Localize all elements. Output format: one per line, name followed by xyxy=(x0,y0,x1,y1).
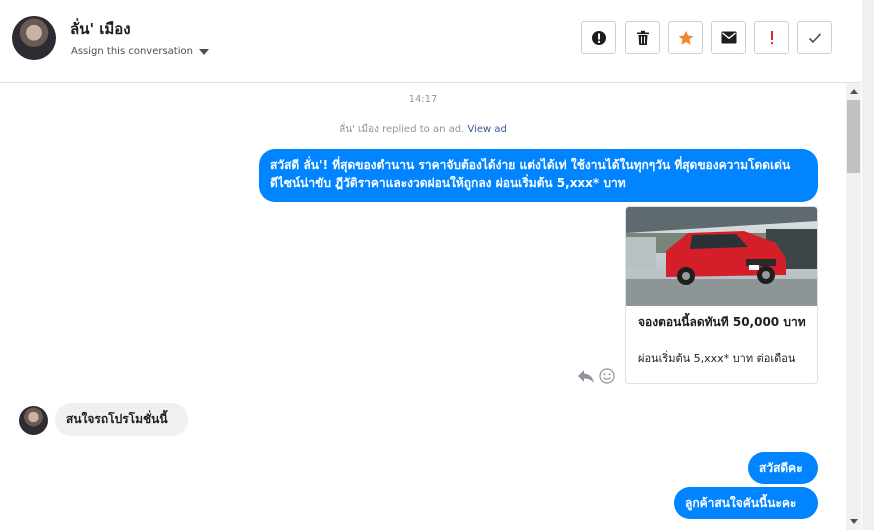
star-button[interactable] xyxy=(668,21,703,54)
ad-subtitle: ผ่อนเริ่มต้น 5,xxx* บาท ต่อเดือน xyxy=(638,352,796,365)
message-timestamp: 14:17 xyxy=(408,94,438,105)
outgoing-message: ลูกค้าสนใจคันนี้นะคะ xyxy=(674,487,818,519)
contact-avatar[interactable] xyxy=(12,16,56,60)
scrollbar-thumb[interactable] xyxy=(847,100,860,173)
trash-icon xyxy=(636,30,649,45)
mark-spam-button[interactable] xyxy=(581,21,616,54)
envelope-icon xyxy=(721,31,736,44)
caret-down-icon xyxy=(198,48,209,55)
checkmark-icon xyxy=(808,32,821,43)
conversation-header: ลั่น' เมือง Assign this conversation xyxy=(0,0,861,83)
message-thread[interactable]: 14:17 ลั่น' เมือง replied to an ad. View… xyxy=(0,83,846,530)
reply-icon[interactable] xyxy=(577,368,595,384)
scroll-up-arrow-icon[interactable] xyxy=(846,83,861,99)
outgoing-message: สวัสดีคะ xyxy=(748,452,818,484)
ad-card[interactable]: จองตอนนี้ลดทันที 50,000 บาท ผ่อนเริ่มต้น… xyxy=(625,206,818,384)
sender-avatar xyxy=(19,406,48,435)
ad-title: จองตอนนี้ลดทันที 50,000 บาท xyxy=(638,315,806,329)
assign-label: Assign this conversation xyxy=(71,46,193,57)
window-edge xyxy=(862,0,874,530)
alert-circle-icon xyxy=(591,30,606,45)
assign-conversation-dropdown[interactable]: Assign this conversation xyxy=(71,46,209,57)
smiley-icon[interactable] xyxy=(599,368,615,384)
thread-scrollbar[interactable] xyxy=(846,83,861,530)
replied-text: ลั่น' เมือง replied to an ad. xyxy=(339,124,465,135)
ad-image xyxy=(626,207,817,306)
mark-important-button[interactable] xyxy=(754,21,789,54)
ad-reply-notice: ลั่น' เมือง replied to an ad. View ad xyxy=(0,122,846,137)
outgoing-message: สวัสดี ลั่น'! ที่สุดของตำนาน ราคาจับต้อง… xyxy=(259,149,818,202)
mark-unread-button[interactable] xyxy=(711,21,746,54)
exclamation-icon xyxy=(770,30,773,44)
scroll-down-arrow-icon[interactable] xyxy=(846,514,861,530)
star-icon xyxy=(678,30,693,45)
contact-name[interactable]: ลั่น' เมือง xyxy=(70,17,131,41)
incoming-message: สนใจรถโปรโมชั่นนี้ xyxy=(55,403,188,436)
delete-button[interactable] xyxy=(625,21,660,54)
view-ad-link[interactable]: View ad xyxy=(467,124,506,135)
mark-done-button[interactable] xyxy=(797,21,832,54)
